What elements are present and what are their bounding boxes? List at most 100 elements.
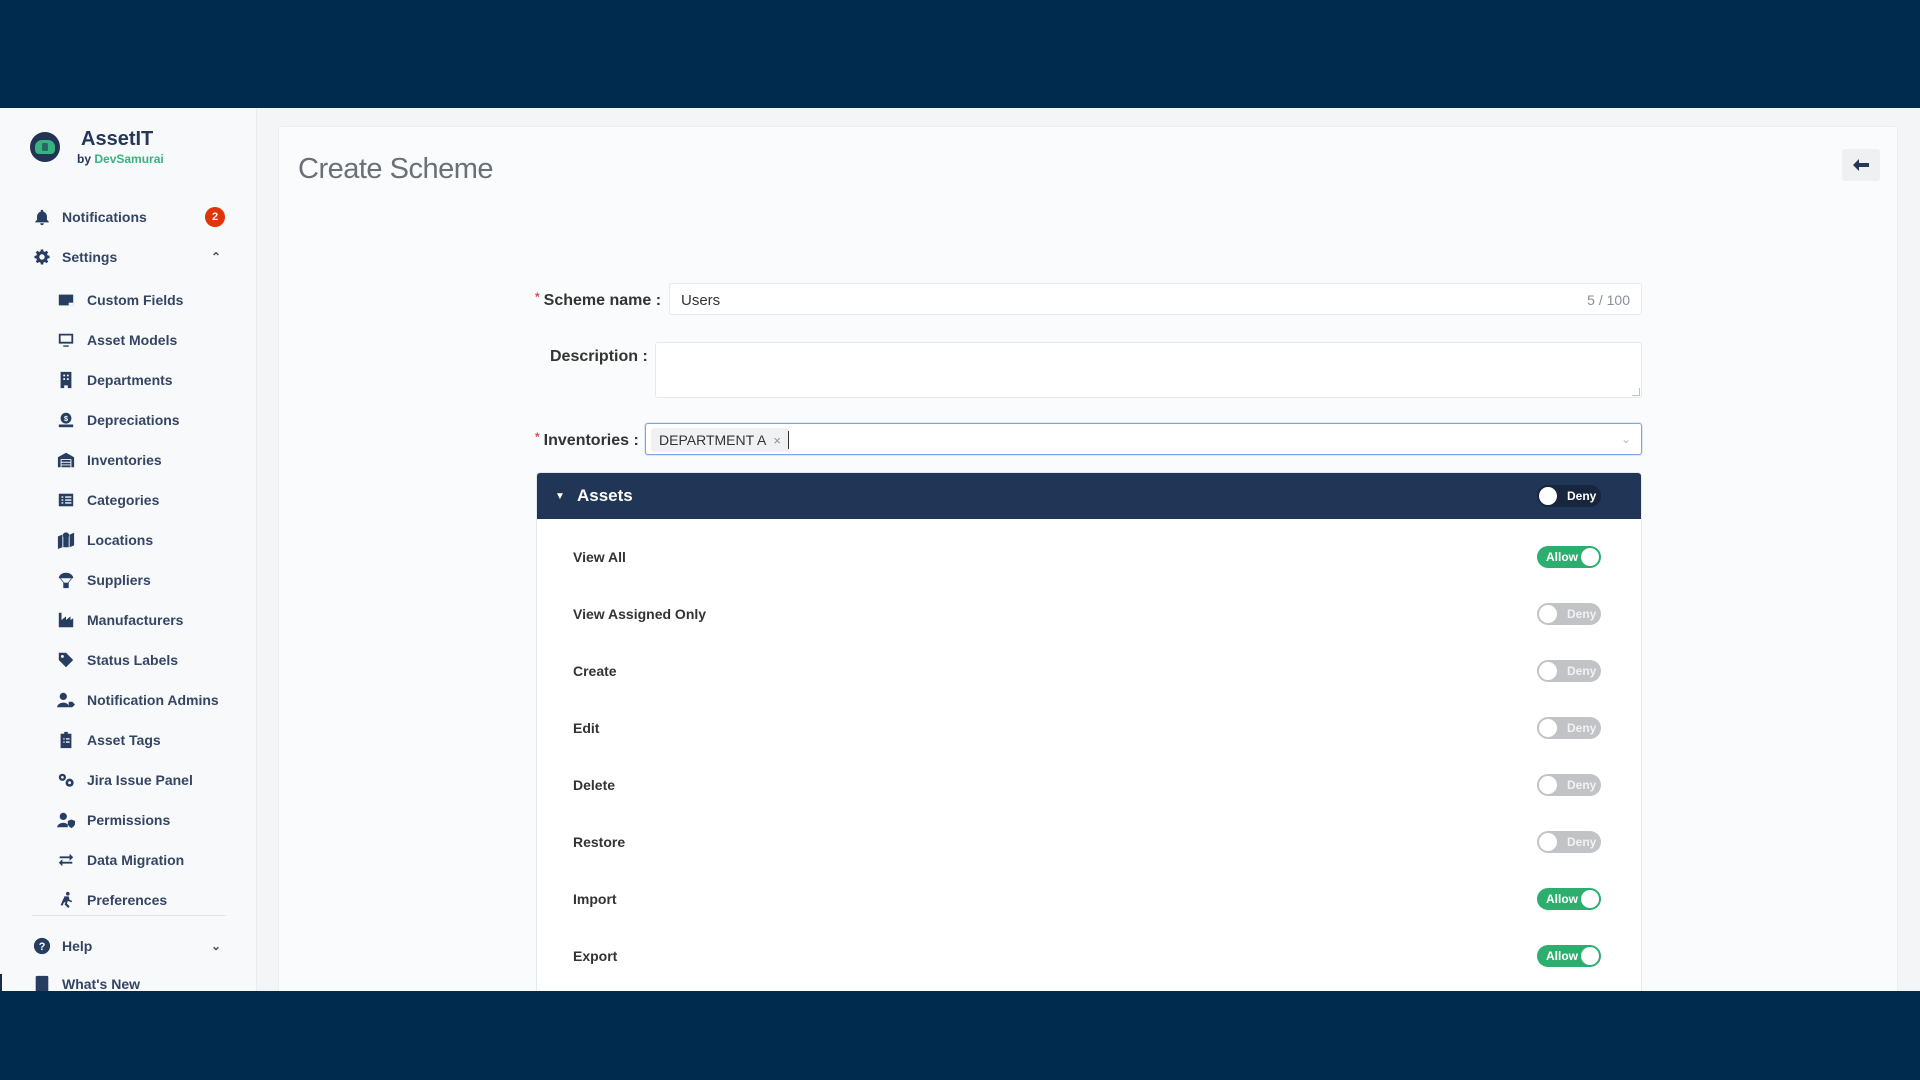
sidebar-item-label: What's New xyxy=(62,976,141,991)
svg-text:$: $ xyxy=(64,414,68,423)
permission-toggle[interactable]: Deny xyxy=(1537,831,1601,853)
sidebar-item-label: Departments xyxy=(87,372,173,388)
sidebar-item-label: Categories xyxy=(87,492,160,508)
description-textarea[interactable] xyxy=(655,342,1642,398)
permission-toggle[interactable]: Deny xyxy=(1537,603,1601,625)
inventories-select[interactable]: DEPARTMENT A × ⌄ xyxy=(645,423,1642,455)
sidebar-item-label: Data Migration xyxy=(87,852,185,868)
clipboard-list-icon xyxy=(56,730,76,750)
back-button[interactable] xyxy=(1842,149,1880,181)
sidebar: AssetIT by DevSamurai Notifications 2 Se… xyxy=(0,108,257,991)
scheme-name-value: Users xyxy=(681,292,721,309)
sidebar-item-locations[interactable]: Locations xyxy=(0,525,257,555)
scheme-name-input[interactable]: Users 5 / 100 xyxy=(669,283,1642,315)
caret-down-icon[interactable]: ▼ xyxy=(555,491,565,502)
inventories-label: * Inventories : xyxy=(535,430,639,449)
sidebar-item-label: Settings xyxy=(62,249,118,265)
permission-row-view-assigned-only: View Assigned Only Deny xyxy=(537,588,1641,645)
sidebar-item-inventories[interactable]: Inventories xyxy=(0,445,257,475)
chevron-up-icon[interactable]: ⌃ xyxy=(211,250,221,264)
toggle-knob xyxy=(1539,776,1557,794)
permission-label: Export xyxy=(573,948,618,964)
sidebar-item-depreciations[interactable]: $ Depreciations xyxy=(0,405,257,435)
permission-label: Restore xyxy=(573,834,626,850)
toggle-state-label: Allow xyxy=(1546,949,1578,963)
assetit-logo-icon xyxy=(30,132,60,162)
building-icon xyxy=(56,370,76,390)
sidebar-item-label: Jira Issue Panel xyxy=(87,772,193,788)
permission-label: View All xyxy=(573,549,626,565)
permission-toggle[interactable]: Allow xyxy=(1537,888,1601,910)
sidebar-item-data-migration[interactable]: Data Migration xyxy=(0,845,257,875)
toggle-knob xyxy=(1539,719,1557,737)
sidebar-divider xyxy=(32,915,226,916)
toggle-state-label: Deny xyxy=(1567,835,1597,849)
sidebar-item-whats-new[interactable]: What's New xyxy=(0,969,257,991)
toggle-knob xyxy=(1539,662,1557,680)
sidebar-item-status-labels[interactable]: Status Labels xyxy=(0,645,257,675)
sidebar-item-permissions[interactable]: Permissions xyxy=(0,805,257,835)
text-cursor xyxy=(788,431,789,449)
sidebar-item-help[interactable]: ? Help ⌄ xyxy=(0,931,257,961)
list-icon xyxy=(56,490,76,510)
sidebar-item-preferences[interactable]: Preferences xyxy=(0,885,257,915)
industry-icon xyxy=(56,610,76,630)
sidebar-item-custom-fields[interactable]: Custom Fields xyxy=(0,285,257,315)
toggle-state-label: Allow xyxy=(1546,550,1578,564)
sidebar-item-label: Inventories xyxy=(87,452,162,468)
question-circle-icon: ? xyxy=(32,936,52,956)
toggle-knob xyxy=(1539,605,1557,623)
app-logo[interactable]: AssetIT by DevSamurai xyxy=(30,128,164,166)
permission-label: Create xyxy=(573,663,617,679)
permission-toggle[interactable]: Allow xyxy=(1537,546,1601,568)
sidebar-item-asset-models[interactable]: Asset Models xyxy=(0,325,257,355)
sidebar-item-label: Status Labels xyxy=(87,652,179,668)
remove-tag-icon[interactable]: × xyxy=(773,433,781,448)
sidebar-item-label: Preferences xyxy=(87,892,168,908)
sidebar-item-notifications[interactable]: Notifications 2 xyxy=(0,202,257,232)
sidebar-item-categories[interactable]: Categories xyxy=(0,485,257,515)
toggle-state-label: Allow xyxy=(1546,892,1578,906)
page-title: Create Scheme xyxy=(298,153,494,185)
sidebar-item-label: Depreciations xyxy=(87,412,180,428)
resize-handle[interactable] xyxy=(1632,388,1640,396)
toggle-knob xyxy=(1581,947,1599,965)
sidebar-item-manufacturers[interactable]: Manufacturers xyxy=(0,605,257,635)
permission-toggle[interactable]: Deny xyxy=(1537,717,1601,739)
permission-label: Edit xyxy=(573,720,600,736)
chevron-down-icon[interactable]: ⌄ xyxy=(211,939,221,953)
toggle-state-label: Deny xyxy=(1567,664,1597,678)
sidebar-item-jira-issue-panel[interactable]: Jira Issue Panel xyxy=(0,765,257,795)
money-hand-icon: $ xyxy=(56,410,76,430)
sidebar-item-asset-tags[interactable]: Asset Tags xyxy=(0,725,257,755)
assets-master-toggle[interactable]: Deny xyxy=(1537,485,1601,507)
permission-row-restore: Restore Deny xyxy=(537,816,1641,873)
app-window: AssetIT by DevSamurai Notifications 2 Se… xyxy=(0,108,1920,991)
toggle-knob xyxy=(1539,833,1557,851)
parachute-box-icon xyxy=(56,570,76,590)
assets-panel-header[interactable]: ▼ Assets Deny xyxy=(537,473,1641,519)
sidebar-item-suppliers[interactable]: Suppliers xyxy=(0,565,257,595)
sidebar-item-settings[interactable]: Settings ⌃ xyxy=(0,242,257,272)
custom-fields-icon xyxy=(56,290,76,310)
exchange-icon xyxy=(56,850,76,870)
toggle-knob xyxy=(1581,548,1599,566)
permission-toggle[interactable]: Allow xyxy=(1537,945,1601,967)
app-byline: by DevSamurai xyxy=(77,152,164,166)
bell-icon xyxy=(32,207,52,227)
permission-label: View Assigned Only xyxy=(573,606,707,622)
arrow-left-icon xyxy=(1853,159,1869,171)
sidebar-item-label: Manufacturers xyxy=(87,612,184,628)
sidebar-item-label: Asset Models xyxy=(87,332,178,348)
permission-toggle[interactable]: Deny xyxy=(1537,774,1601,796)
sidebar-item-notification-admins[interactable]: Notification Admins xyxy=(0,685,257,715)
chevron-down-icon[interactable]: ⌄ xyxy=(1621,432,1631,446)
sidebar-item-departments[interactable]: Departments xyxy=(0,365,257,395)
toggle-state-label: Deny xyxy=(1567,778,1597,792)
permission-toggle[interactable]: Deny xyxy=(1537,660,1601,682)
character-counter: 5 / 100 xyxy=(1587,292,1630,308)
sidebar-item-label: Suppliers xyxy=(87,572,151,588)
cogs-icon xyxy=(56,770,76,790)
permission-label: Import xyxy=(573,891,617,907)
description-field-wrap xyxy=(655,342,1642,398)
